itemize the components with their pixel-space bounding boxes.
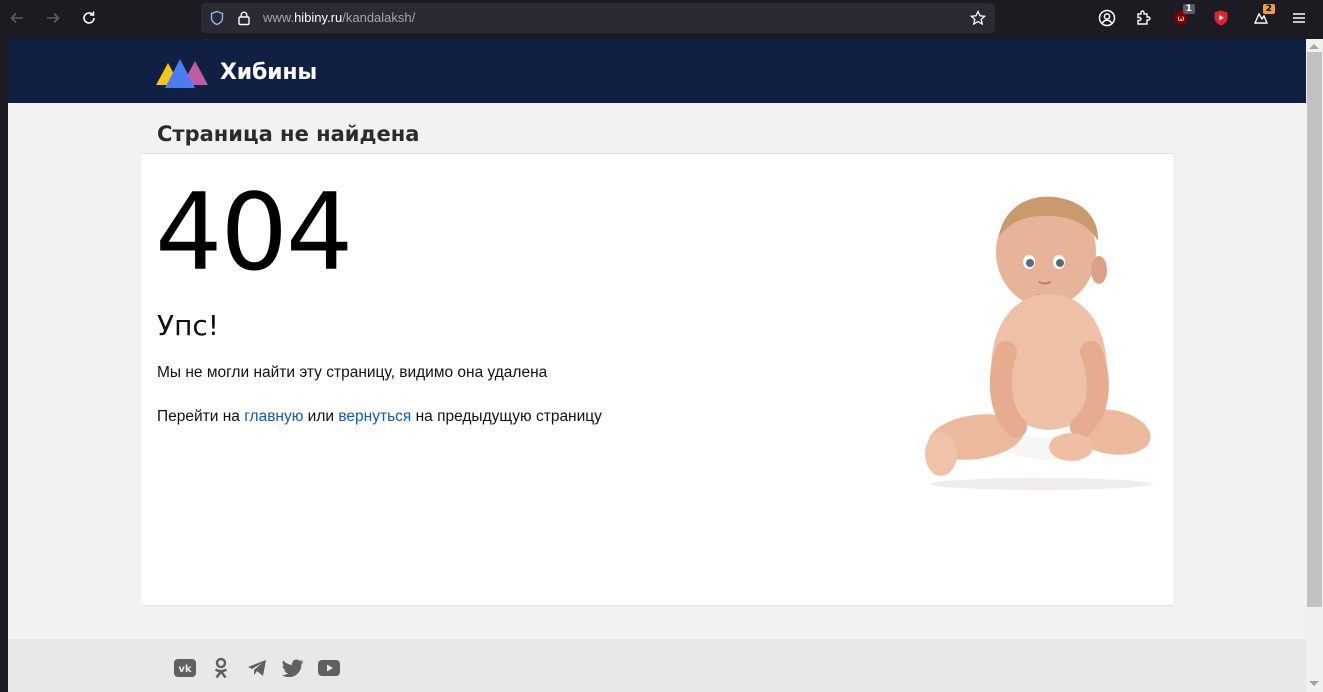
- youtube-shield-icon: [1214, 10, 1228, 26]
- account-button[interactable]: [1095, 6, 1119, 30]
- error-code: 404: [155, 171, 353, 294]
- scrollbar-thumb[interactable]: [1307, 52, 1322, 607]
- mountains-logo-icon: [156, 59, 208, 88]
- telegram-link[interactable]: [245, 657, 269, 679]
- extension-button-2[interactable]: 2: [1249, 4, 1275, 30]
- ublock-extension-button[interactable]: ω 1: [1169, 4, 1195, 30]
- vk-icon: vk: [174, 659, 196, 677]
- youtube-link[interactable]: [317, 657, 341, 679]
- extension-badge: 2: [1262, 4, 1275, 14]
- navigation-hint: Перейти на главную или вернуться на пред…: [157, 408, 602, 425]
- reload-icon: [83, 11, 95, 24]
- puzzle-icon: [1137, 10, 1151, 25]
- extension-badge: 1: [1182, 4, 1195, 14]
- youtube-icon: [318, 660, 340, 676]
- forward-button[interactable]: [41, 6, 65, 30]
- site-logo[interactable]: Хибины: [156, 55, 317, 89]
- scroll-down-arrow[interactable]: [1309, 681, 1319, 686]
- scroll-up-arrow[interactable]: [1309, 44, 1319, 49]
- telegram-icon: [248, 660, 266, 676]
- arrow-right-icon: [47, 12, 60, 24]
- home-link[interactable]: главную: [244, 408, 303, 425]
- address-bar[interactable]: www.hibiny.ru/kandalaksh/: [201, 3, 995, 33]
- twitter-icon: [282, 659, 304, 677]
- menu-button[interactable]: [1287, 6, 1311, 30]
- odnoklassniki-icon: [214, 657, 228, 679]
- vk-link[interactable]: vk: [173, 657, 197, 679]
- page-title: Страница не найдена: [157, 122, 420, 146]
- arrow-left-icon: [10, 12, 23, 24]
- page-viewport: Хибины Страница не найдена 404 Упс! Мы н…: [8, 39, 1306, 692]
- error-card: 404 Упс! Мы не могли найти эту страницу,…: [141, 153, 1173, 606]
- youtube-extension-button[interactable]: [1209, 6, 1233, 30]
- hamburger-menu-icon: [1293, 13, 1305, 23]
- twitter-link[interactable]: [281, 657, 305, 679]
- error-heading: Упс!: [157, 309, 219, 342]
- back-link[interactable]: вернуться: [338, 408, 411, 425]
- svg-text:ω: ω: [1178, 14, 1185, 23]
- lock-icon[interactable]: [236, 10, 252, 26]
- site-header: Хибины: [8, 39, 1306, 103]
- bookmark-star-icon[interactable]: [970, 10, 986, 26]
- svg-text:vk: vk: [178, 664, 192, 675]
- back-button[interactable]: [5, 6, 29, 30]
- account-icon: [1098, 9, 1116, 27]
- site-footer: vk: [8, 639, 1306, 692]
- reload-button[interactable]: [77, 6, 101, 30]
- extensions-button[interactable]: [1131, 6, 1155, 30]
- url-text[interactable]: www.hibiny.ru/kandalaksh/: [263, 10, 415, 25]
- baby-illustration: [925, 196, 1151, 490]
- shield-icon[interactable]: [209, 10, 225, 26]
- browser-toolbar: www.hibiny.ru/kandalaksh/ ω 1 2: [0, 0, 1323, 37]
- odnoklassniki-link[interactable]: [209, 657, 233, 679]
- error-message: Мы не могли найти эту страницу, видимо о…: [157, 364, 548, 381]
- logo-text: Хибины: [220, 59, 318, 85]
